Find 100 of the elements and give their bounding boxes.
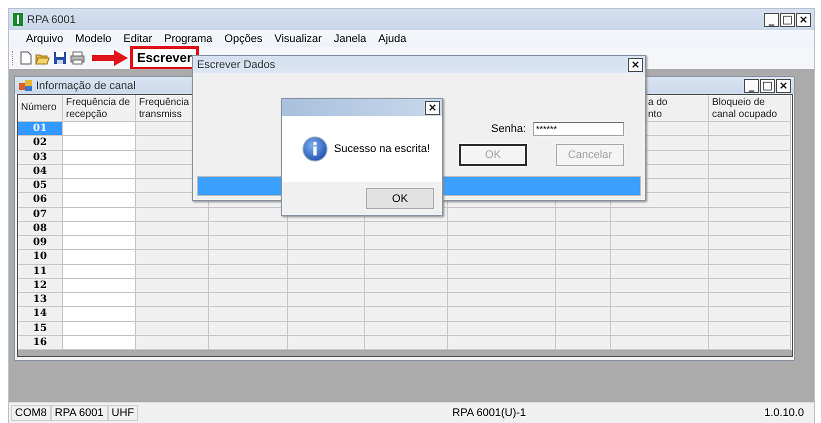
table-cell[interactable] [209,222,288,236]
password-field[interactable]: ****** [533,122,624,136]
table-cell[interactable] [136,208,209,222]
close-button[interactable]: × [425,100,440,114]
table-cell[interactable] [709,208,791,222]
table-cell[interactable] [63,322,136,336]
table-cell[interactable] [288,307,365,322]
table-cell[interactable] [709,236,791,250]
table-cell[interactable] [556,236,611,250]
ok-button[interactable]: OK [366,188,434,209]
table-cell[interactable] [136,293,209,308]
table-cell[interactable] [365,293,448,308]
table-cell[interactable] [556,264,611,279]
row-number[interactable]: 02 [18,136,63,150]
menu-item[interactable]: Visualizar [268,32,328,44]
table-cell[interactable] [611,293,709,308]
table-cell[interactable] [288,250,365,264]
table-cell[interactable] [556,336,611,350]
table-cell[interactable] [136,222,209,236]
table-cell[interactable] [448,278,556,293]
table-cell[interactable] [63,222,136,236]
new-file-icon[interactable] [20,51,32,65]
menu-item[interactable]: Opções [218,32,268,44]
table-cell[interactable] [611,264,709,279]
close-button[interactable]: × [776,78,791,92]
table-cell[interactable] [448,336,556,350]
table-cell[interactable] [611,307,709,322]
table-cell[interactable] [556,293,611,308]
table-cell[interactable] [365,336,448,350]
table-cell[interactable] [288,293,365,308]
table-cell[interactable] [556,250,611,264]
table-cell[interactable] [365,307,448,322]
table-cell[interactable] [63,179,136,194]
table-cell[interactable] [448,322,556,336]
table-cell[interactable] [709,250,791,264]
row-number[interactable]: 10 [18,250,63,264]
table-cell[interactable] [709,307,791,322]
table-cell[interactable] [136,236,209,250]
table-cell[interactable] [63,293,136,308]
table-cell[interactable] [63,193,136,208]
table-cell[interactable] [63,307,136,322]
table-cell[interactable] [709,179,791,194]
maximize-button[interactable]: □ [780,12,795,26]
table-cell[interactable] [709,278,791,293]
minimize-button[interactable]: _ [764,12,779,26]
table-cell[interactable] [63,336,136,350]
row-number[interactable]: 13 [18,293,63,308]
table-cell[interactable] [63,250,136,264]
menu-item[interactable]: Arquivo [20,32,70,44]
menu-item[interactable]: Editar [117,32,158,44]
table-cell[interactable] [209,293,288,308]
table-cell[interactable] [611,208,709,222]
table-cell[interactable] [136,307,209,322]
table-cell[interactable] [709,222,791,236]
table-cell[interactable] [63,278,136,293]
table-cell[interactable] [136,322,209,336]
table-cell[interactable] [63,208,136,222]
table-cell[interactable] [63,164,136,179]
column-header[interactable]: Frequência de recepção [63,95,136,122]
table-cell[interactable] [365,250,448,264]
table-cell[interactable] [611,278,709,293]
table-cell[interactable] [365,236,448,250]
table-cell[interactable] [288,236,365,250]
table-cell[interactable] [136,264,209,279]
row-number[interactable]: 06 [18,193,63,208]
row-number[interactable]: 03 [18,150,63,165]
table-cell[interactable] [556,322,611,336]
table-cell[interactable] [448,307,556,322]
table-cell[interactable] [288,222,365,236]
table-cell[interactable] [556,222,611,236]
close-button[interactable]: × [796,12,811,26]
row-number[interactable]: 04 [18,164,63,179]
table-cell[interactable] [136,278,209,293]
table-cell[interactable] [448,293,556,308]
table-cell[interactable] [448,250,556,264]
table-cell[interactable] [288,278,365,293]
table-cell[interactable] [365,222,448,236]
table-cell[interactable] [288,264,365,279]
table-cell[interactable] [709,150,791,165]
table-cell[interactable] [709,322,791,336]
table-cell[interactable] [209,278,288,293]
table-cell[interactable] [448,208,556,222]
row-number[interactable]: 08 [18,222,63,236]
table-cell[interactable] [611,236,709,250]
menu-item[interactable]: Ajuda [372,32,412,44]
row-number[interactable]: 09 [18,236,63,250]
table-cell[interactable] [288,336,365,350]
row-number[interactable]: 14 [18,307,63,322]
table-cell[interactable] [63,236,136,250]
column-header[interactable]: Número [18,95,63,122]
table-cell[interactable] [556,208,611,222]
table-cell[interactable] [709,122,791,136]
table-cell[interactable] [448,264,556,279]
save-icon[interactable] [53,51,67,65]
table-cell[interactable] [63,122,136,136]
app-icon[interactable] [13,13,23,26]
table-cell[interactable] [209,307,288,322]
table-cell[interactable] [209,236,288,250]
table-cell[interactable] [556,307,611,322]
table-cell[interactable] [209,322,288,336]
